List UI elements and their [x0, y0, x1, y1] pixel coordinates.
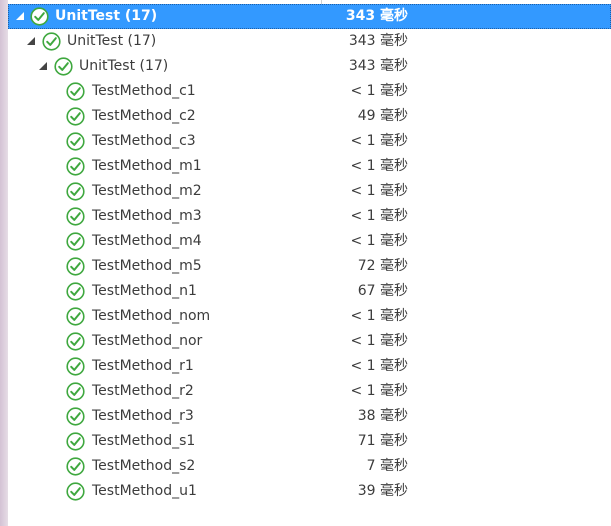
test-name: TestMethod_u1: [92, 483, 197, 499]
test-group-name: UnitTest (17): [67, 33, 157, 49]
test-explorer-tree: UnitTest (17) 343 毫秒 UnitTest (17) 343 毫…: [0, 0, 611, 526]
test-duration: 343 毫秒: [345, 8, 408, 24]
test-name: TestMethod_s1: [92, 433, 196, 449]
expanded-triangle-icon[interactable]: [27, 37, 35, 45]
check-circle-icon: [66, 357, 85, 376]
test-row[interactable]: TestMethod_m1 < 1 毫秒: [8, 154, 611, 179]
test-duration: 71 毫秒: [357, 433, 408, 449]
test-name: TestMethod_n1: [92, 283, 197, 299]
check-circle-icon: [66, 157, 85, 176]
check-circle-icon: [66, 307, 85, 326]
tree-row-group[interactable]: UnitTest (17) 343 毫秒: [8, 54, 611, 79]
test-name: TestMethod_nor: [92, 333, 203, 349]
test-name: TestMethod_r1: [92, 358, 194, 374]
check-circle-icon: [66, 282, 85, 301]
test-row[interactable]: TestMethod_m3 < 1 毫秒: [8, 204, 611, 229]
test-name: TestMethod_m2: [92, 183, 202, 199]
test-name: TestMethod_s2: [92, 458, 196, 474]
test-row[interactable]: TestMethod_s2 7 毫秒: [8, 454, 611, 479]
test-duration: < 1 毫秒: [350, 208, 408, 224]
test-name: TestMethod_m5: [92, 258, 202, 274]
test-name: TestMethod_m3: [92, 208, 202, 224]
test-row[interactable]: TestMethod_r3 38 毫秒: [8, 404, 611, 429]
test-duration: 49 毫秒: [357, 108, 408, 124]
test-name: TestMethod_c1: [92, 83, 196, 99]
test-name: TestMethod_nom: [92, 308, 211, 324]
check-circle-icon: [54, 57, 73, 76]
check-circle-icon: [66, 432, 85, 451]
check-circle-icon: [66, 382, 85, 401]
test-duration: < 1 毫秒: [350, 358, 408, 374]
test-name: TestMethod_m4: [92, 233, 202, 249]
check-circle-icon: [66, 132, 85, 151]
test-duration: < 1 毫秒: [350, 83, 408, 99]
window-edge: [0, 0, 8, 526]
check-circle-icon: [66, 207, 85, 226]
test-duration: < 1 毫秒: [350, 133, 408, 149]
test-group-name: UnitTest (17): [55, 8, 158, 24]
test-duration: 343 毫秒: [348, 58, 408, 74]
check-circle-icon: [66, 332, 85, 351]
test-name: TestMethod_r3: [92, 408, 194, 424]
test-name: TestMethod_c3: [92, 133, 196, 149]
test-duration: < 1 毫秒: [350, 233, 408, 249]
check-circle-icon: [66, 257, 85, 276]
test-duration: 72 毫秒: [357, 258, 408, 274]
check-circle-icon: [66, 457, 85, 476]
test-duration: < 1 毫秒: [350, 183, 408, 199]
test-row[interactable]: TestMethod_nom < 1 毫秒: [8, 304, 611, 329]
test-name: TestMethod_r2: [92, 383, 194, 399]
test-row[interactable]: TestMethod_m2 < 1 毫秒: [8, 179, 611, 204]
test-duration: < 1 毫秒: [350, 333, 408, 349]
test-row[interactable]: TestMethod_s1 71 毫秒: [8, 429, 611, 454]
test-duration: 39 毫秒: [357, 483, 408, 499]
expanded-triangle-icon[interactable]: [16, 12, 24, 20]
check-circle-icon: [66, 107, 85, 126]
test-duration: 343 毫秒: [348, 33, 408, 49]
test-row[interactable]: TestMethod_u1 39 毫秒: [8, 479, 611, 504]
tree-row-group[interactable]: UnitTest (17) 343 毫秒: [8, 29, 611, 54]
test-row[interactable]: TestMethod_m4 < 1 毫秒: [8, 229, 611, 254]
test-duration: < 1 毫秒: [350, 308, 408, 324]
test-group-name: UnitTest (17): [79, 58, 169, 74]
test-row[interactable]: TestMethod_c2 49 毫秒: [8, 104, 611, 129]
check-circle-icon: [66, 82, 85, 101]
test-duration: < 1 毫秒: [350, 383, 408, 399]
test-row[interactable]: TestMethod_c1 < 1 毫秒: [8, 79, 611, 104]
test-name: TestMethod_m1: [92, 158, 202, 174]
tree-row-root[interactable]: UnitTest (17) 343 毫秒: [8, 4, 611, 29]
test-row[interactable]: TestMethod_nor < 1 毫秒: [8, 329, 611, 354]
expanded-triangle-icon[interactable]: [39, 62, 47, 70]
test-row[interactable]: TestMethod_n1 67 毫秒: [8, 279, 611, 304]
check-circle-icon: [66, 482, 85, 501]
check-circle-icon: [66, 232, 85, 251]
test-duration: 67 毫秒: [357, 283, 408, 299]
test-duration: 7 毫秒: [366, 458, 408, 474]
test-row[interactable]: TestMethod_r1 < 1 毫秒: [8, 354, 611, 379]
test-name: TestMethod_c2: [92, 108, 196, 124]
check-circle-icon: [42, 32, 61, 51]
test-duration: 38 毫秒: [357, 408, 408, 424]
test-row[interactable]: TestMethod_c3 < 1 毫秒: [8, 129, 611, 154]
check-circle-icon: [30, 7, 49, 26]
check-circle-icon: [66, 407, 85, 426]
test-row[interactable]: TestMethod_m5 72 毫秒: [8, 254, 611, 279]
check-circle-icon: [66, 182, 85, 201]
test-row[interactable]: TestMethod_r2 < 1 毫秒: [8, 379, 611, 404]
test-duration: < 1 毫秒: [350, 158, 408, 174]
